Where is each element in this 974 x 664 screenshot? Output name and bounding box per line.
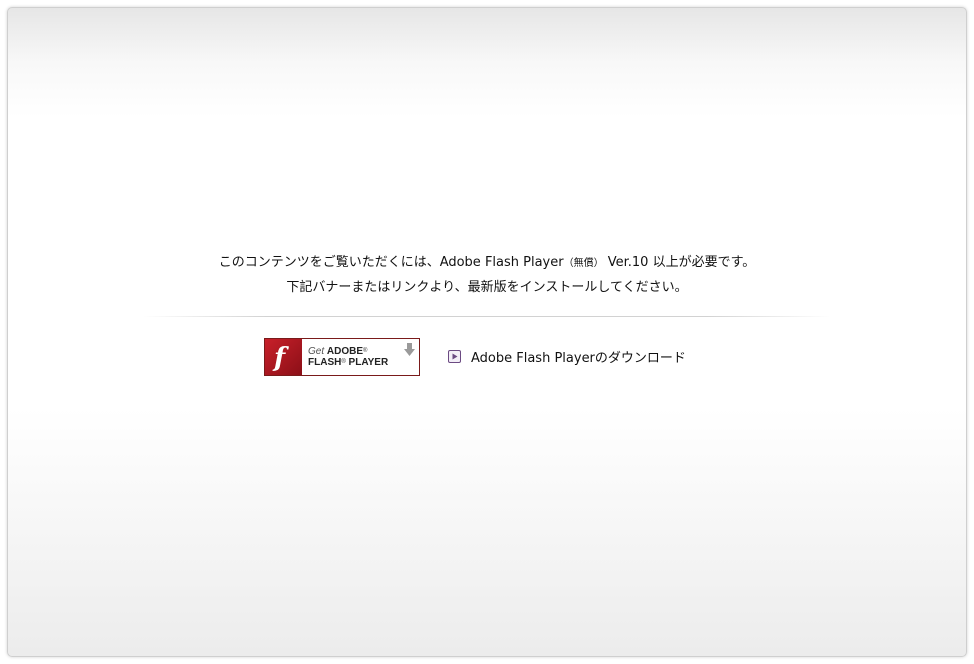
play-square-icon	[448, 350, 461, 363]
flash-logo-icon: f	[265, 339, 302, 375]
message-version-text: Ver.10 以上が必要です。	[607, 255, 756, 270]
banner-reg-mark-1: ®	[363, 348, 368, 354]
banner-adobe-label: ADOBE	[326, 346, 364, 357]
banner-get-label: Get	[308, 346, 325, 357]
message-line-2: 下記バナーまたはリンクより、最新版をインストールしてください。	[286, 280, 688, 295]
flash-download-link[interactable]: Adobe Flash Playerのダウンロード	[448, 347, 686, 366]
message-line-1: このコンテンツをご覧いただくには、Adobe Flash Player（無償） …	[8, 251, 966, 276]
banner-player-label: PLAYER	[348, 357, 389, 368]
banner-flash-label: FLASH	[308, 357, 342, 368]
page-frame: このコンテンツをご覧いただくには、Adobe Flash Player（無償） …	[7, 7, 967, 657]
banner-reg-mark-2: ®	[341, 359, 346, 365]
banner-text: Get ADOBE® FLASH® PLAYER	[308, 346, 388, 368]
flash-download-link-label: Adobe Flash Playerのダウンロード	[471, 351, 686, 366]
message-line-1-text: このコンテンツをご覧いただくには、Adobe Flash Player	[218, 255, 564, 270]
get-flash-player-banner[interactable]: f Get ADOBE® FLASH® PLAYER	[264, 338, 420, 376]
divider	[143, 316, 831, 317]
message-free-note: （無償）	[563, 258, 604, 269]
flash-logo-letter: f	[272, 343, 289, 373]
download-arrow-icon	[404, 343, 415, 356]
requirement-message: このコンテンツをご覧いただくには、Adobe Flash Player（無償） …	[8, 251, 966, 300]
